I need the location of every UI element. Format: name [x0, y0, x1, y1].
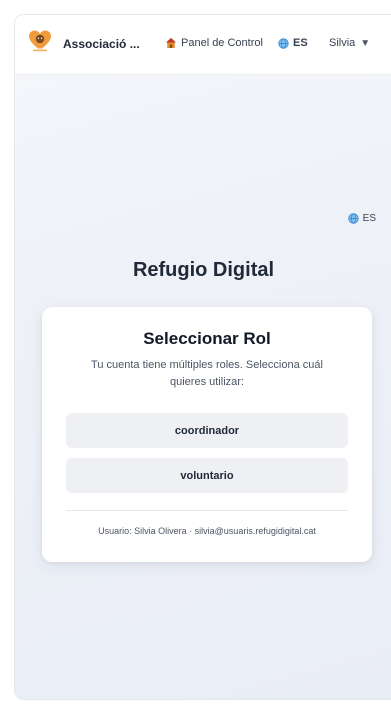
globe-icon — [278, 37, 289, 49]
brand-name[interactable]: Associació ... — [63, 37, 140, 51]
card-title: Seleccionar Rol — [143, 329, 271, 348]
caret-down-icon: ▼ — [360, 37, 371, 49]
nav-language-label: ES — [293, 37, 308, 49]
house-icon — [166, 38, 176, 48]
globe-icon — [348, 213, 359, 224]
user-menu-label: Silvia — [329, 37, 356, 49]
user-info: Usuario: Silvia Olivera · silvia@usuaris… — [98, 526, 316, 536]
language-switch-label: ES — [362, 213, 376, 224]
divider — [66, 510, 348, 511]
nav-panel-link[interactable]: Panel de Control — [165, 37, 263, 49]
nav-panel-label: Panel de Control — [181, 37, 263, 49]
refugio-logo[interactable] — [26, 27, 54, 55]
card-description: Tu cuenta tiene múltiples roles. Selecci… — [91, 359, 323, 388]
role-selection-card: Seleccionar Rol Tu cuenta tiene múltiple… — [42, 307, 372, 562]
user-menu[interactable]: Silvia ▼ — [329, 37, 370, 49]
nav-language-selector[interactable]: ES — [278, 37, 308, 49]
language-switch[interactable]: ES — [348, 213, 376, 224]
role-button-voluntario[interactable]: voluntario — [66, 458, 348, 493]
top-navbar: Associació ... Panel de Control ES Silvi… — [15, 15, 391, 75]
page-title: Refugio Digital — [132, 259, 275, 281]
role-button-coordinador[interactable]: coordinador — [66, 413, 348, 448]
app-frame: Associació ... Panel de Control ES Silvi… — [14, 14, 391, 700]
